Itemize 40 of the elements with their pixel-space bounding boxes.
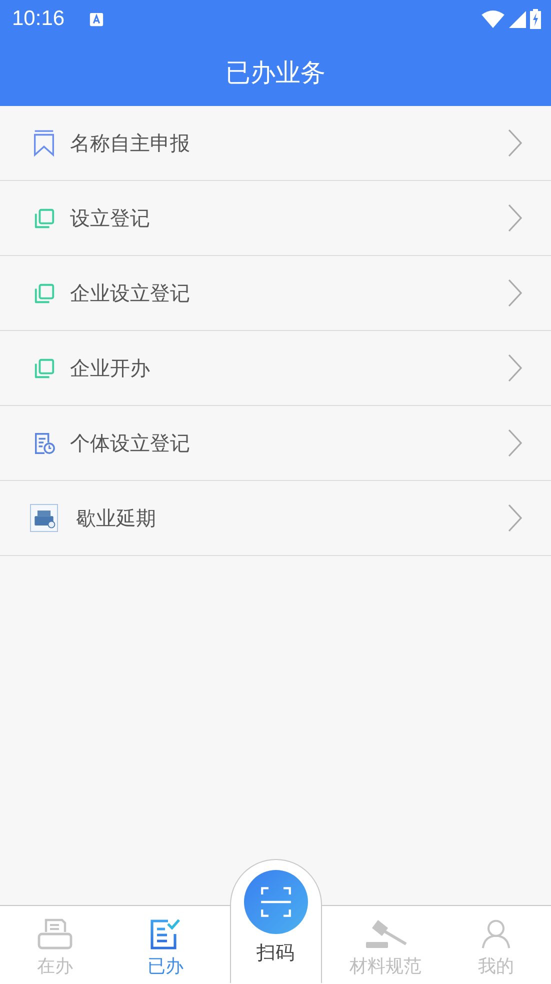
item-label: 企业开办 [70, 354, 150, 382]
list-item[interactable]: 个体设立登记 [0, 406, 551, 481]
list-item[interactable]: 企业设立登记 [0, 256, 551, 331]
wifi-icon [481, 10, 505, 28]
signal-icon [509, 10, 526, 28]
form-icon [32, 432, 56, 454]
list-item[interactable]: 名称自主申报 [0, 106, 551, 181]
chevron-icon [508, 129, 522, 157]
item-label: 企业设立登记 [70, 280, 190, 306]
item-label: 歇业延期 [76, 504, 156, 532]
item-label: 个体设立登记 [70, 430, 190, 456]
chevron-icon [508, 354, 522, 382]
list-item[interactable]: 歇业延期 [0, 481, 551, 556]
page-title: 已办业务 [226, 56, 326, 88]
list-item[interactable]: 设立登记 [0, 181, 551, 256]
chevron-icon [508, 504, 522, 532]
item-label: 名称自主申报 [70, 130, 190, 156]
bookmark-icon [33, 129, 55, 157]
tab-label: 材料规范 [350, 955, 422, 978]
tab-label: 已办 [147, 955, 184, 978]
keyboard-icon [88, 12, 104, 26]
printer-icon [37, 918, 74, 950]
gavel-icon [364, 918, 408, 950]
tab-label: 我的 [478, 955, 514, 978]
status-time: 10:16 [12, 7, 65, 31]
tab-label: 在办 [37, 955, 74, 978]
copy-icon [32, 206, 56, 230]
copy-icon [32, 356, 56, 380]
checklist-icon [149, 918, 182, 950]
scan-icon [244, 870, 308, 934]
battery-icon [530, 9, 541, 29]
chevron-icon [508, 204, 522, 232]
copy-icon [32, 282, 56, 304]
list-item[interactable]: 企业开办 [0, 331, 551, 406]
person-icon [480, 918, 511, 950]
item-label: 设立登记 [70, 204, 150, 232]
scan-button[interactable]: 扫码 [230, 859, 322, 983]
chevron-icon [508, 279, 522, 307]
chevron-icon [508, 429, 522, 457]
stamp-icon [30, 503, 58, 533]
